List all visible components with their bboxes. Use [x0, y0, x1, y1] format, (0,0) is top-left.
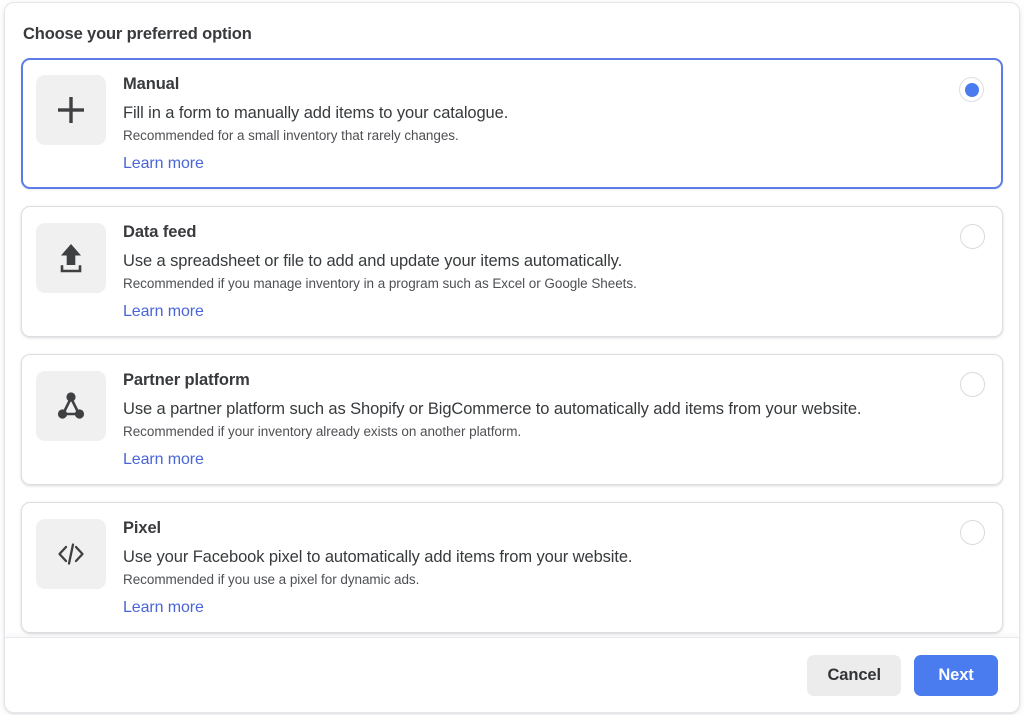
option-text: Partner platform Use a partner platform … [123, 369, 986, 470]
radio-button-partner-platform[interactable] [960, 372, 985, 397]
learn-more-link[interactable]: Learn more [123, 153, 204, 174]
option-recommendation: Recommended if you use a pixel for dynam… [123, 572, 420, 587]
plus-icon [36, 75, 106, 145]
page-title: Choose your preferred option [23, 25, 252, 43]
option-text: Manual Fill in a form to manually add it… [123, 73, 986, 174]
option-description: Use your Facebook pixel to automatically… [123, 548, 633, 566]
radio-button-pixel[interactable] [960, 520, 985, 545]
option-title: Manual [123, 75, 180, 93]
choose-option-dialog: Choose your preferred option Manual Fill… [4, 2, 1020, 713]
option-card-manual[interactable]: Manual Fill in a form to manually add it… [21, 58, 1003, 189]
radio-dot [964, 82, 979, 97]
option-card-data-feed[interactable]: Data feed Use a spreadsheet or file to a… [21, 206, 1003, 337]
option-title: Data feed [123, 223, 197, 241]
option-description: Fill in a form to manually add items to … [123, 104, 509, 122]
learn-more-link[interactable]: Learn more [123, 449, 204, 470]
option-card-partner-platform[interactable]: Partner platform Use a partner platform … [21, 354, 1003, 485]
option-title: Partner platform [123, 371, 250, 389]
upload-icon [36, 223, 106, 293]
options-list: Manual Fill in a form to manually add it… [21, 58, 1003, 633]
option-recommendation: Recommended if your inventory already ex… [123, 424, 522, 439]
learn-more-link[interactable]: Learn more [123, 301, 204, 322]
option-title: Pixel [123, 519, 162, 537]
option-description: Use a partner platform such as Shopify o… [123, 400, 862, 418]
next-button[interactable]: Next [914, 654, 998, 696]
cancel-button[interactable]: Cancel [807, 654, 901, 696]
option-card-pixel[interactable]: Pixel Use your Facebook pixel to automat… [21, 502, 1003, 633]
option-description: Use a spreadsheet or file to add and upd… [123, 252, 623, 270]
network-nodes-icon [36, 371, 106, 441]
radio-button-data-feed[interactable] [960, 224, 985, 249]
option-text: Data feed Use a spreadsheet or file to a… [123, 221, 986, 322]
option-text: Pixel Use your Facebook pixel to automat… [123, 517, 986, 618]
learn-more-link[interactable]: Learn more [123, 597, 204, 618]
option-recommendation: Recommended if you manage inventory in a… [123, 276, 637, 291]
dialog-footer: Cancel Next [5, 637, 1019, 712]
code-icon [36, 519, 106, 589]
radio-button-manual[interactable] [959, 77, 984, 102]
dialog-body: Choose your preferred option Manual Fill… [5, 3, 1019, 637]
option-recommendation: Recommended for a small inventory that r… [123, 128, 459, 143]
